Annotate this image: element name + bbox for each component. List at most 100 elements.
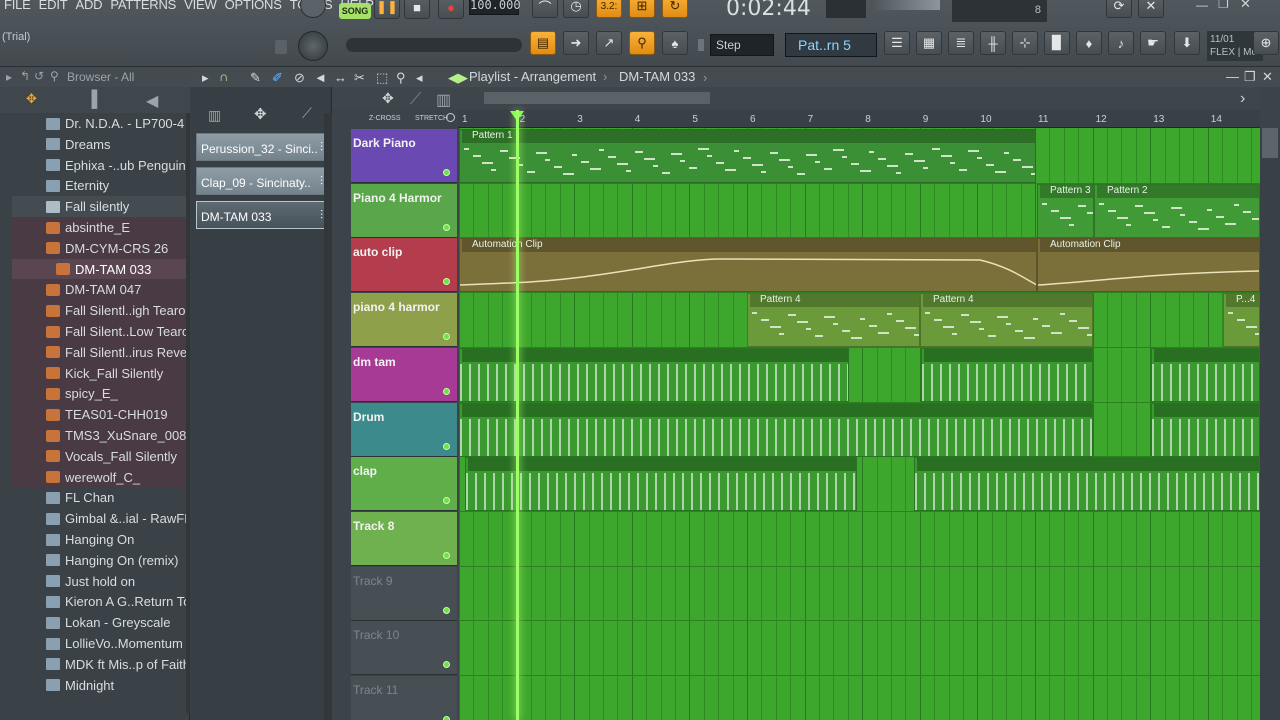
playlist-clip[interactable]: Pattern 2 bbox=[1094, 183, 1260, 238]
track-mute-led-icon[interactable] bbox=[443, 278, 450, 286]
audio-clip[interactable] bbox=[921, 347, 1093, 402]
overview-scroll-thumb[interactable] bbox=[484, 92, 710, 104]
track-mute-led-icon[interactable] bbox=[443, 442, 450, 450]
snap-selector[interactable]: Step bbox=[710, 34, 774, 56]
metronome-button[interactable]: ⌒ bbox=[532, 0, 558, 18]
stop-button[interactable]: ■ bbox=[404, 0, 430, 19]
track-header[interactable]: Track 8 bbox=[351, 511, 457, 566]
track-header[interactable]: Dark Piano bbox=[351, 129, 457, 183]
browser-item[interactable]: Dr. N.D.A. - LP700-4 bbox=[12, 113, 188, 134]
minimize-button[interactable]: — bbox=[1196, 0, 1208, 12]
record-button[interactable]: ● bbox=[438, 0, 464, 19]
playlist-menu-icon[interactable]: ▸ bbox=[202, 70, 209, 86]
playlist-crumb[interactable]: DM-TAM 033 bbox=[619, 69, 695, 84]
browser-item[interactable]: DM-TAM 033 bbox=[12, 258, 188, 280]
pitch-slider[interactable] bbox=[346, 38, 522, 52]
audio-clip[interactable] bbox=[914, 457, 1260, 512]
playlist-clip[interactable]: Automation Clip bbox=[459, 238, 1037, 293]
delete-icon[interactable]: ⊘ bbox=[294, 70, 305, 86]
browser-item[interactable]: Fall Silent..Low Tearout bbox=[12, 321, 188, 342]
loop-record-button[interactable]: ↻ bbox=[662, 0, 688, 18]
browser-item[interactable]: TEAS01-CHH019 bbox=[12, 404, 188, 426]
track-mute-led-icon[interactable] bbox=[443, 551, 450, 559]
picker-scrollbar[interactable] bbox=[324, 113, 332, 720]
track-header[interactable]: dm tam bbox=[351, 347, 457, 402]
pl-minimize-icon[interactable]: — bbox=[1226, 69, 1239, 84]
track-header[interactable]: Track 11 bbox=[351, 676, 457, 720]
vscroll-thumb[interactable] bbox=[1262, 128, 1278, 158]
picker-pen-icon[interactable]: ⟋ bbox=[302, 105, 312, 122]
browser-item[interactable]: DM-TAM 047 bbox=[12, 279, 188, 301]
playlist-vscroll[interactable] bbox=[1260, 128, 1280, 720]
browser-item[interactable]: MDK ft Mis..p of Faith bbox=[12, 654, 188, 675]
scroll-right-icon[interactable]: › bbox=[1240, 90, 1245, 108]
plugin-picker-button[interactable]: ♦ bbox=[1076, 31, 1102, 55]
browser-item[interactable]: Vocals_Fall Silently bbox=[12, 445, 188, 467]
menu-item-options[interactable]: OPTIONS bbox=[221, 0, 286, 15]
slide-button[interactable]: ↗ bbox=[596, 31, 622, 55]
pl-close-icon[interactable]: ✕ bbox=[1262, 69, 1273, 85]
track-mute-led-icon[interactable] bbox=[443, 661, 450, 669]
track-header[interactable]: auto clip bbox=[351, 238, 457, 293]
mute-icon[interactable]: ◄ bbox=[314, 70, 327, 85]
playlist-button[interactable]: ☰ bbox=[884, 31, 910, 55]
playlist-clip[interactable]: Automation Clip bbox=[1037, 238, 1260, 293]
select-icon[interactable]: ⬚ bbox=[376, 70, 388, 86]
track-mute-led-icon[interactable] bbox=[443, 497, 450, 505]
playlist-grid[interactable]: Pattern 1 Pattern 3 Pattern 2 Automation Cl… bbox=[459, 128, 1260, 720]
menu-item-view[interactable]: VIEW bbox=[180, 0, 220, 15]
piano-roll-button[interactable]: ▤ bbox=[530, 31, 556, 55]
wait-input-button[interactable]: ◷ bbox=[563, 0, 589, 18]
track-header[interactable]: Track 10 bbox=[351, 621, 457, 676]
browser-item[interactable]: spicy_E_ bbox=[12, 383, 188, 405]
playlist-overview[interactable]: ✥ ⟋ ▥ › bbox=[332, 87, 1260, 109]
download-button[interactable]: ⬇ bbox=[1174, 31, 1200, 55]
playlist-clip[interactable]: P...4 bbox=[1223, 293, 1260, 348]
search-icon[interactable]: ⚲ bbox=[50, 69, 59, 83]
browser-item[interactable]: Hanging On bbox=[12, 529, 188, 550]
picker-pattern-icon[interactable]: ▥ bbox=[208, 107, 221, 124]
browser-item[interactable]: Ephixa -..ub Penguin bbox=[12, 155, 188, 176]
browser-item[interactable]: absinthe_E bbox=[12, 217, 188, 238]
mixer-button[interactable]: ╫ bbox=[980, 31, 1006, 55]
browser-item[interactable]: Kick_Fall Silently bbox=[12, 362, 188, 384]
menu-item-file[interactable]: FILE bbox=[0, 0, 35, 15]
zoom-icon[interactable]: ⚲ bbox=[396, 70, 406, 86]
maximize-button[interactable]: ❐ bbox=[1218, 0, 1229, 11]
slip-icon[interactable]: ↔ bbox=[334, 70, 347, 85]
overview-pen-icon[interactable]: ⟋ bbox=[410, 91, 421, 109]
track-header[interactable]: Drum bbox=[351, 402, 457, 457]
stamp-button[interactable]: ♠ bbox=[662, 31, 688, 55]
browser-item[interactable]: Midnight bbox=[12, 675, 188, 696]
browser-item[interactable]: werewolf_C_ bbox=[12, 466, 188, 488]
track-mute-led-icon[interactable] bbox=[443, 333, 450, 341]
next-button[interactable]: ➜ bbox=[563, 31, 589, 55]
song-mode-button[interactable]: SONG bbox=[339, 3, 371, 19]
tools-button[interactable]: ✕ bbox=[1138, 0, 1164, 18]
pl-maximize-icon[interactable]: ❐ bbox=[1244, 69, 1256, 85]
track-mute-led-icon[interactable] bbox=[443, 223, 450, 231]
stretch-toggle-icon[interactable] bbox=[446, 113, 455, 122]
close-button[interactable]: ✕ bbox=[1240, 0, 1251, 12]
audio-clip[interactable] bbox=[1151, 347, 1260, 402]
master-volume-knob[interactable] bbox=[300, 0, 326, 18]
collapse-icon[interactable]: ▸ bbox=[6, 70, 12, 84]
picker-clip[interactable]: DM-TAM 033 ⫶ bbox=[196, 201, 328, 229]
track-mute-led-icon[interactable] bbox=[443, 606, 450, 614]
file-icon[interactable]: ▐ bbox=[86, 91, 97, 109]
menu-item-add[interactable]: ADD bbox=[71, 0, 106, 15]
track-header[interactable]: clap bbox=[351, 457, 457, 512]
audio-clip[interactable] bbox=[465, 457, 857, 512]
browser-item[interactable]: TMS3_XuSnare_008 bbox=[12, 425, 188, 446]
overview-move-icon[interactable]: ✥ bbox=[382, 90, 394, 107]
browser-item[interactable]: DM-CYM-CRS 26 bbox=[12, 237, 188, 259]
browser-item[interactable]: LollieVo..Momentum bbox=[12, 633, 188, 654]
timeline-ruler[interactable]: 1 2 3 4 5 6 7 8 9 10 11 12 13 14 bbox=[458, 110, 1260, 128]
audio-clip[interactable] bbox=[459, 402, 1093, 457]
master-pitch-slider[interactable] bbox=[870, 0, 940, 10]
arrangement-icon[interactable]: ◀▶ bbox=[448, 70, 468, 86]
picker-clip[interactable]: Perussion_32 - Sinci.. ⫶ bbox=[196, 133, 328, 161]
draw-icon[interactable]: ✎ bbox=[250, 70, 261, 86]
menu-item-edit[interactable]: EDIT bbox=[35, 0, 72, 15]
back-icon[interactable]: ↰ bbox=[20, 69, 30, 83]
